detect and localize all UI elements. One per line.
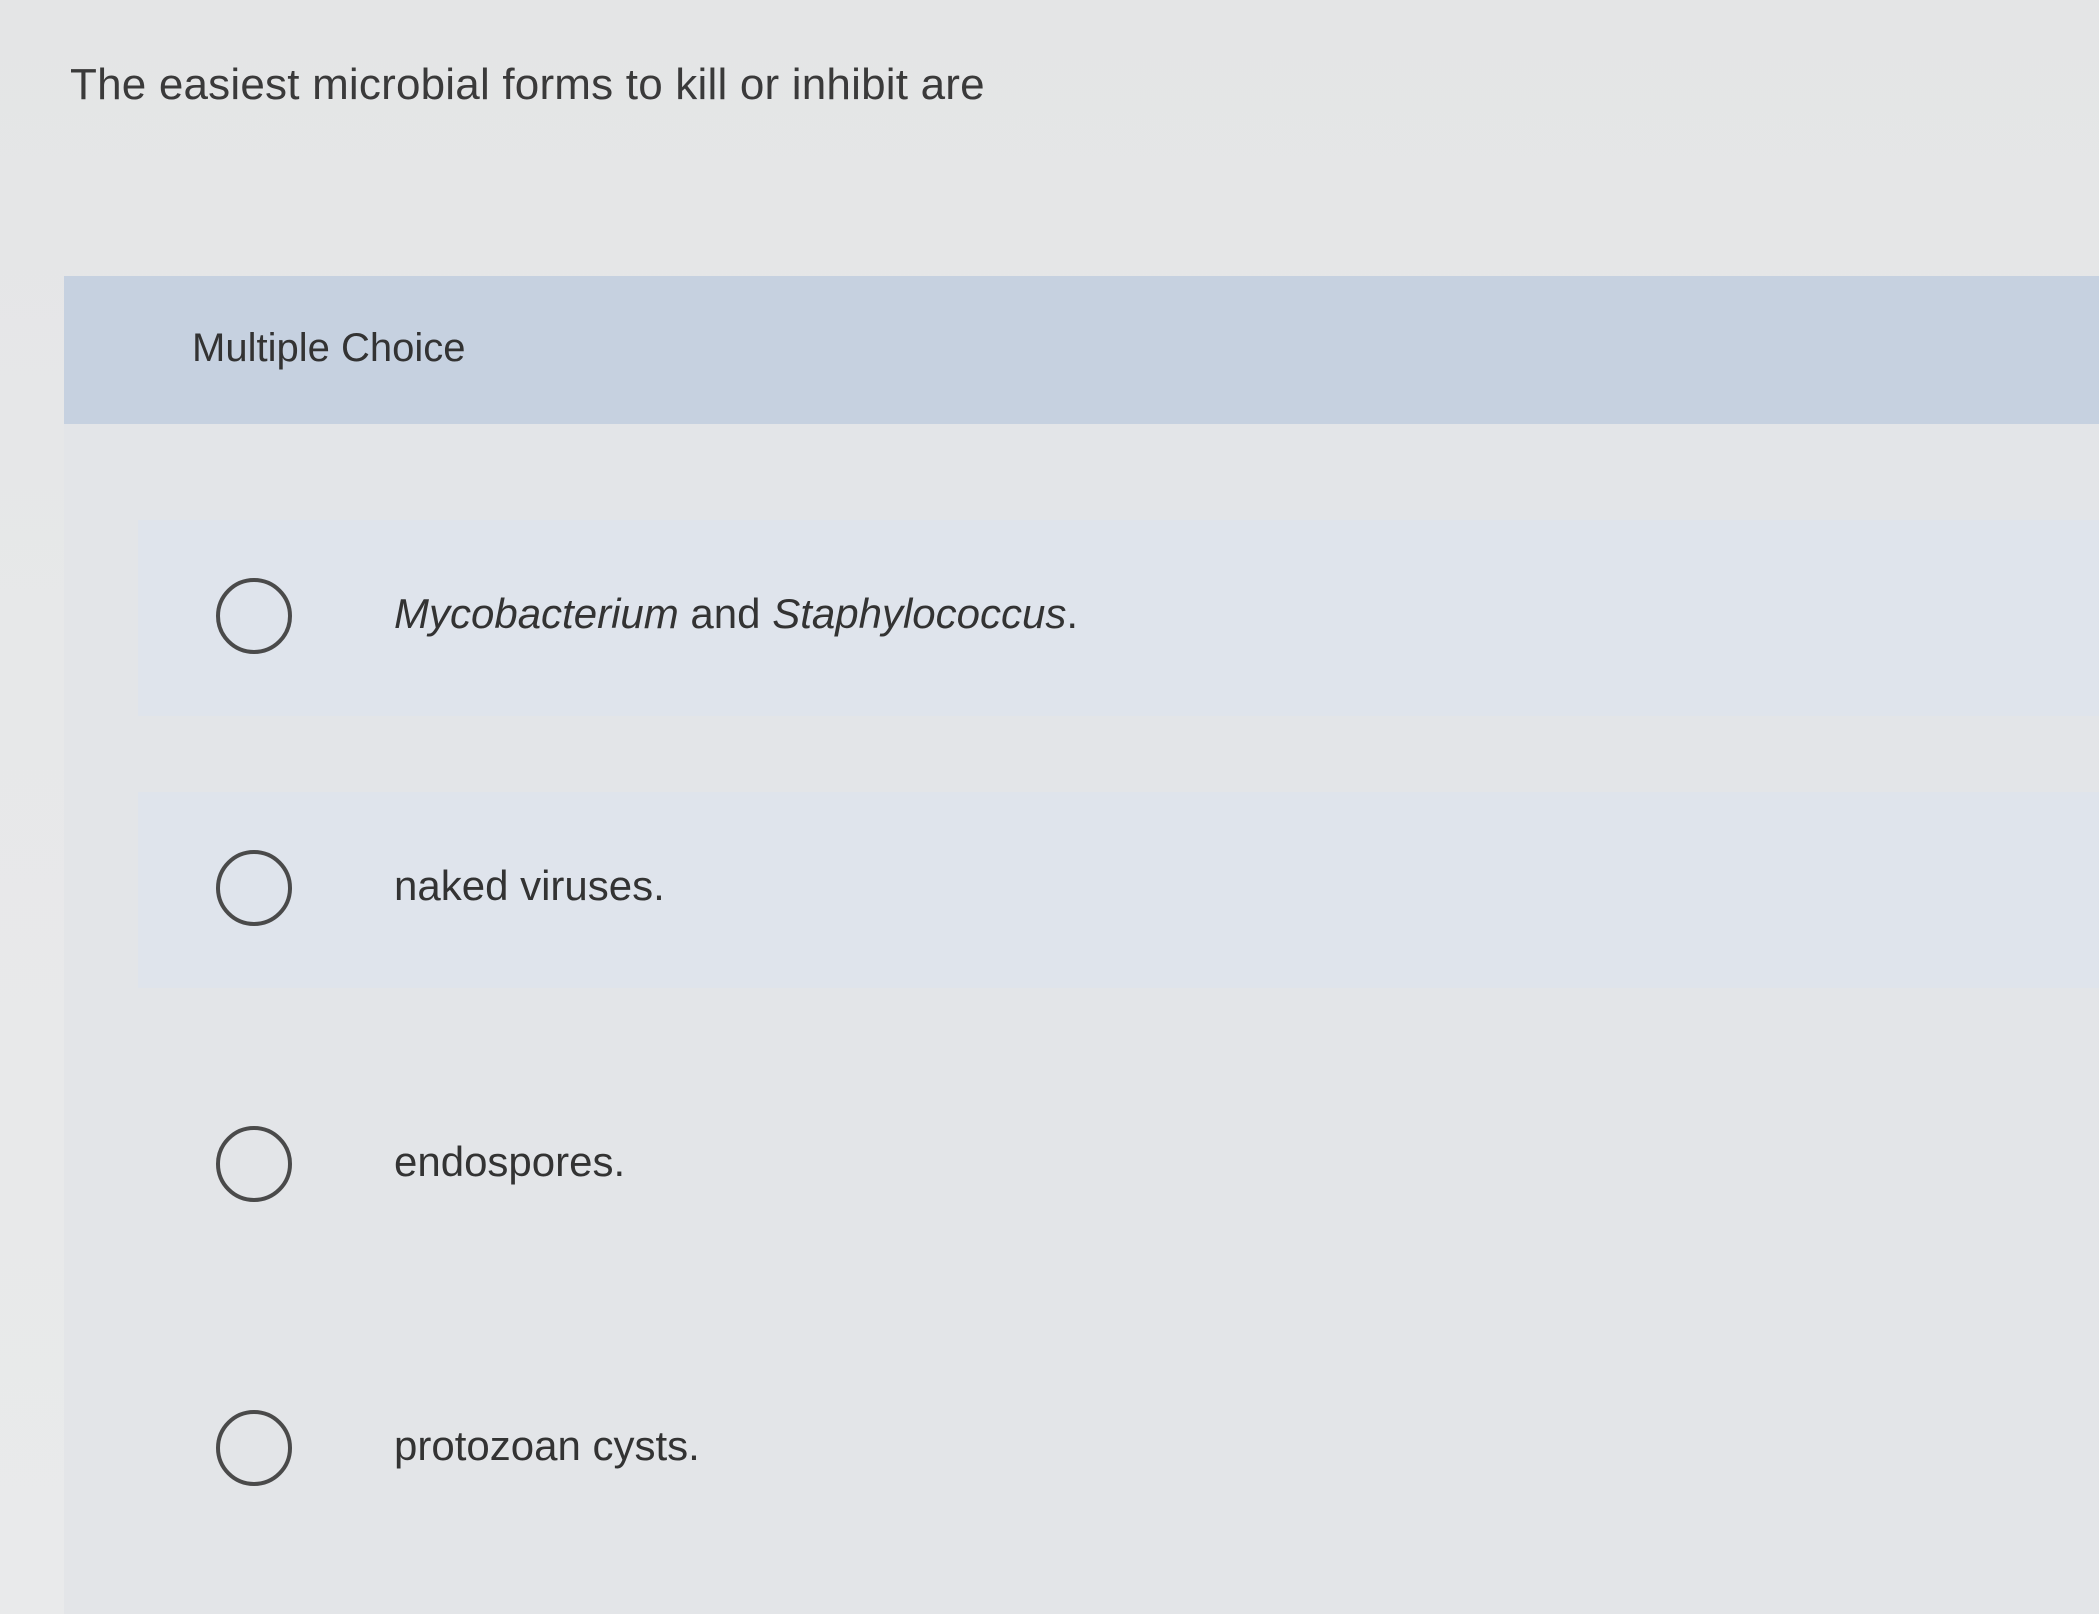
radio-button-icon[interactable]: [216, 578, 292, 654]
answer-option-label: Mycobacterium and Staphylococcus.: [394, 590, 1078, 638]
answer-option-2[interactable]: naked viruses.: [138, 792, 2099, 988]
answer-option-label: naked viruses.: [394, 862, 665, 909]
answer-option-1[interactable]: Mycobacterium and Staphylococcus.: [138, 520, 2099, 716]
question-text: The easiest microbial forms to kill or i…: [70, 60, 985, 109]
answer-option-4[interactable]: protozoan cysts.: [138, 1352, 2099, 1548]
radio-button-icon[interactable]: [216, 1126, 292, 1202]
question-type-label: Multiple Choice: [192, 326, 466, 370]
genus-name: Mycobacterium: [394, 590, 679, 637]
radio-button-icon[interactable]: [216, 1410, 292, 1486]
answer-option-label: protozoan cysts.: [394, 1422, 700, 1469]
punctuation: .: [1066, 590, 1079, 637]
answer-option-3[interactable]: endospores.: [138, 1068, 2099, 1264]
answer-option-label: endospores.: [394, 1138, 626, 1185]
genus-name: Staphylococcus: [772, 590, 1067, 637]
radio-button-icon[interactable]: [216, 850, 292, 926]
question-type-header: Multiple Choice: [64, 276, 2099, 424]
conjunction: and: [678, 590, 773, 637]
